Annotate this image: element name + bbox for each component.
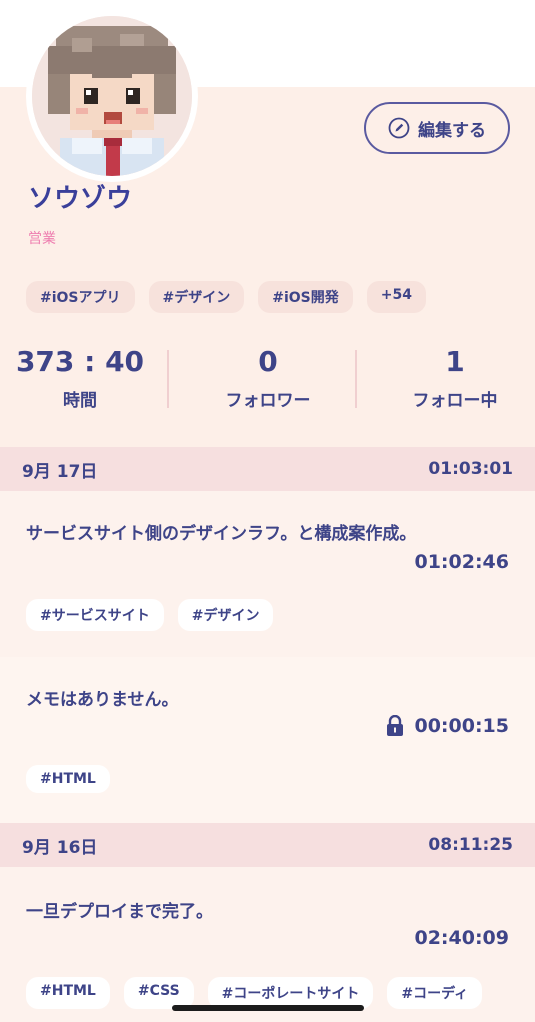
profile-screen: ソウゾウ 営業 編集する #iOSアプリ #デザイン #iOS開発 +54 37… xyxy=(0,0,535,1022)
entry-tag[interactable]: #HTML xyxy=(26,977,110,1009)
stat-hours: 373 : 40 時間 xyxy=(10,345,150,411)
date-label: 9月 16日 xyxy=(22,837,98,858)
entry-tag[interactable]: #HTML xyxy=(26,765,110,793)
profile-tags: #iOSアプリ #デザイン #iOS開発 +54 xyxy=(26,281,426,313)
entry-duration: 01:02:46 xyxy=(414,551,509,573)
lock-icon xyxy=(387,715,404,736)
home-indicator[interactable] xyxy=(172,1005,364,1011)
entry-tag[interactable]: #コーディ xyxy=(387,977,483,1009)
entry-time: 00:00:15 xyxy=(414,715,509,737)
stat-following-value: 1 xyxy=(445,345,465,378)
edit-button-label: 編集する xyxy=(418,120,486,141)
avatar-image xyxy=(32,16,192,176)
entry-tag[interactable]: #デザイン xyxy=(177,599,274,631)
entry-memo: メモはありません。 xyxy=(26,690,179,710)
more-tags-count[interactable]: +54 xyxy=(366,281,426,313)
stat-followers-label: フォロワー xyxy=(225,391,311,411)
edit-profile-button[interactable]: 編集する xyxy=(364,102,510,154)
pixel-avatar-icon xyxy=(32,16,192,176)
stat-hours-label: 時間 xyxy=(63,391,97,411)
log-entry[interactable]: メモはありません。 00:00:15 #HTML xyxy=(0,657,535,823)
log-entry[interactable]: 一旦デプロイまで完了。 02:40:09 #HTML #CSS #コーポレートサ… xyxy=(0,867,535,1022)
user-name: ソウゾウ xyxy=(28,184,133,214)
date-total-time: 08:11:25 xyxy=(428,835,513,855)
stat-divider xyxy=(167,350,169,408)
pencil-circle-icon xyxy=(388,117,410,139)
entry-memo: サービスサイト側のデザインラフ。と構成案作成。 xyxy=(26,524,417,544)
stat-followers-value: 0 xyxy=(258,345,278,378)
user-role: 営業 xyxy=(28,231,56,247)
date-total-time: 01:03:01 xyxy=(428,459,513,479)
entry-memo: 一旦デプロイまで完了。 xyxy=(26,902,213,922)
profile-tag[interactable]: #iOS開発 xyxy=(258,281,353,313)
avatar[interactable] xyxy=(26,10,198,182)
entry-duration: 00:00:15 xyxy=(386,715,509,737)
date-label: 9月 17日 xyxy=(22,461,98,482)
stat-divider xyxy=(355,350,357,408)
entry-tags: #HTML xyxy=(26,765,110,793)
stat-followers[interactable]: 0 フォロワー xyxy=(198,345,338,411)
profile-tag[interactable]: #iOSアプリ xyxy=(26,281,135,313)
stat-following-label: フォロー中 xyxy=(412,391,498,411)
entry-tags: #サービスサイト #デザイン xyxy=(26,599,274,631)
log-entry[interactable]: サービスサイト側のデザインラフ。と構成案作成。 01:02:46 #サービスサイ… xyxy=(0,491,535,657)
date-header: 9月 16日 08:11:25 xyxy=(0,823,535,867)
stat-hours-value: 373 : 40 xyxy=(15,345,145,378)
stat-following[interactable]: 1 フォロー中 xyxy=(385,345,525,411)
entry-duration: 02:40:09 xyxy=(414,927,509,949)
profile-tag[interactable]: #デザイン xyxy=(148,281,245,313)
entry-time: 01:02:46 xyxy=(414,551,509,573)
entry-tag[interactable]: #サービスサイト xyxy=(26,599,164,631)
entry-time: 02:40:09 xyxy=(414,927,509,949)
date-header: 9月 17日 01:03:01 xyxy=(0,447,535,491)
